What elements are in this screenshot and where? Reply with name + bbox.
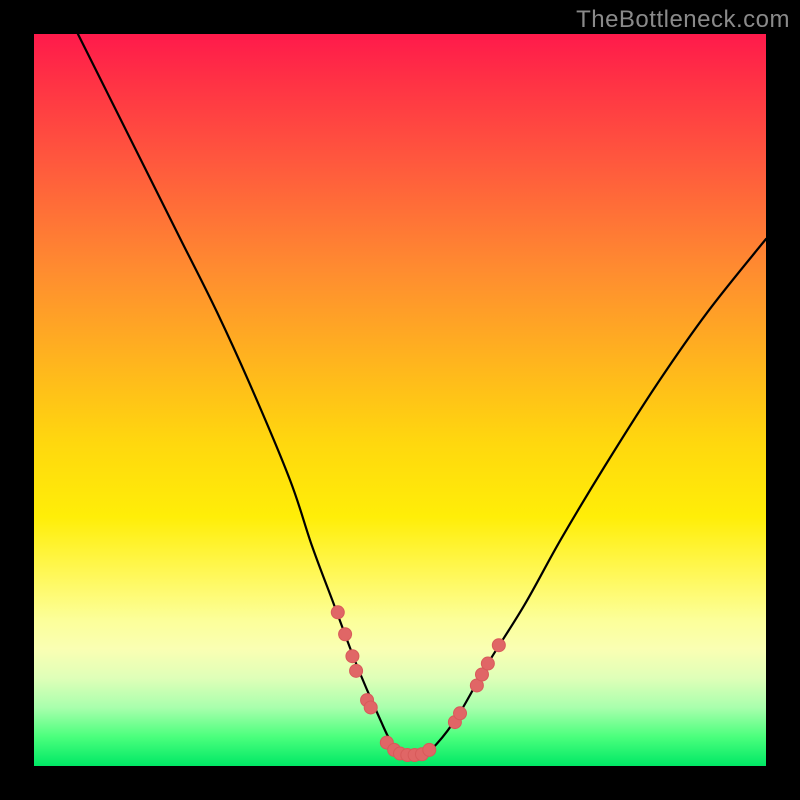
threshold-dot [415, 748, 428, 761]
threshold-dot [364, 701, 377, 714]
chart-svg [34, 34, 766, 766]
threshold-dot [388, 743, 401, 756]
threshold-dot [470, 679, 483, 692]
watermark-text: TheBottleneck.com [576, 6, 790, 34]
threshold-dot [481, 657, 494, 670]
threshold-dot [361, 694, 374, 707]
threshold-dot [408, 749, 421, 762]
threshold-dots-group [331, 606, 505, 762]
threshold-dot [380, 736, 393, 749]
threshold-dot [475, 668, 488, 681]
threshold-dot [331, 606, 344, 619]
threshold-dot [492, 639, 505, 652]
threshold-dot [454, 707, 467, 720]
threshold-dot [448, 716, 461, 729]
threshold-dot [423, 743, 436, 756]
chart-plot-area [34, 34, 766, 766]
bottleneck-curve [78, 34, 766, 757]
threshold-dot [401, 749, 414, 762]
threshold-dot [346, 650, 359, 663]
threshold-dot [394, 747, 407, 760]
threshold-dot [350, 664, 363, 677]
threshold-dot [339, 628, 352, 641]
